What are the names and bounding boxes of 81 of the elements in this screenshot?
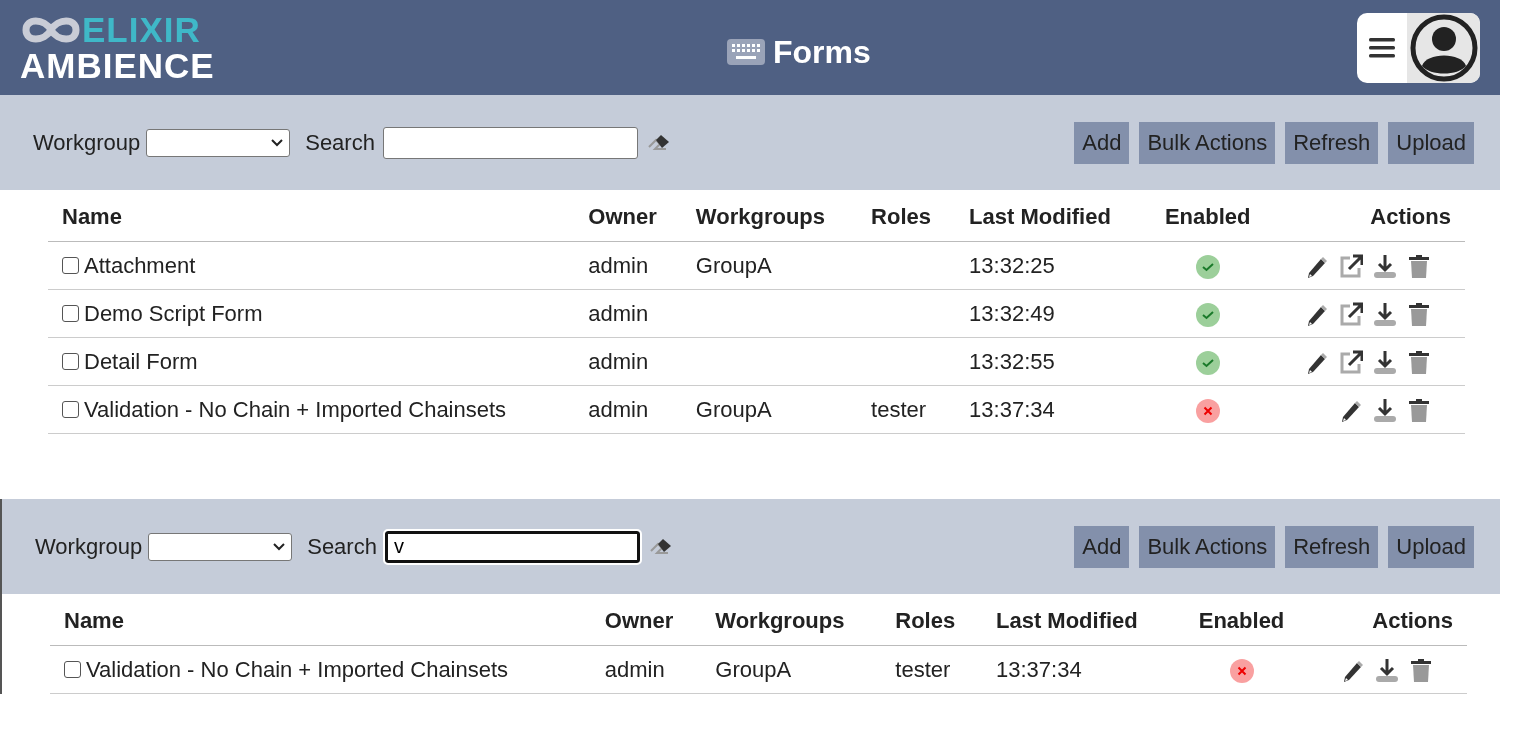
page-title: Forms <box>773 33 871 72</box>
search-field[interactable] <box>382 126 638 159</box>
workgroup-label: Workgroup <box>33 129 141 157</box>
download-icon[interactable] <box>1375 658 1399 685</box>
table-cell: 13:37:34 <box>996 657 1082 682</box>
column-header: Owner <box>590 594 702 646</box>
table-cell: admin <box>588 349 649 374</box>
toolbar-button[interactable]: Refresh <box>1285 121 1379 164</box>
table-cell: admin <box>588 397 649 422</box>
menu-icon[interactable] <box>1369 36 1395 59</box>
table-cell: 13:32:49 <box>969 301 1055 326</box>
external-link-icon[interactable] <box>1339 254 1363 281</box>
search-field[interactable]: v <box>384 530 640 563</box>
logo-text: ELIXIR <box>82 12 201 47</box>
column-header: Name <box>48 190 575 242</box>
toolbar-button[interactable]: Add <box>1074 525 1130 568</box>
external-link-icon[interactable] <box>1339 350 1363 377</box>
form-name: Validation - No Chain + Imported Chainsets <box>84 397 507 422</box>
row-checkbox[interactable] <box>62 305 79 322</box>
form-name: Validation - No Chain + Imported Chainsets <box>86 657 509 682</box>
toolbar-button[interactable]: Upload <box>1388 525 1474 568</box>
table-cell: GroupA <box>695 253 772 278</box>
trash-icon[interactable] <box>1407 302 1431 329</box>
column-header: Roles <box>881 594 982 646</box>
row-checkbox[interactable] <box>62 401 79 418</box>
row-checkbox[interactable] <box>64 661 81 678</box>
trash-icon[interactable] <box>1407 254 1431 281</box>
toolbar-button[interactable]: Bulk Actions <box>1139 525 1276 568</box>
table-cell: 13:32:25 <box>969 253 1055 278</box>
column-header: Actions <box>1306 594 1467 646</box>
form-name: Demo Script Form <box>84 301 263 326</box>
table-cell: tester <box>871 397 927 422</box>
column-header: Workgroups <box>681 190 858 242</box>
chevron-icon <box>273 542 286 551</box>
workgroup-select[interactable] <box>148 532 293 561</box>
form-name: Detail Form <box>84 349 198 374</box>
table-cell: admin <box>588 253 649 278</box>
chevron-icon <box>271 138 284 147</box>
toolbar-button[interactable]: Upload <box>1388 121 1474 164</box>
table-cell: GroupA <box>695 397 772 422</box>
form-name: Attachment <box>84 253 196 278</box>
avatar-icon[interactable] <box>1409 13 1478 82</box>
toolbar-button[interactable]: Bulk Actions <box>1139 121 1276 164</box>
column-header: Name <box>50 594 591 646</box>
toolbar-button[interactable]: Add <box>1074 121 1130 164</box>
logo-text: AMBIENCE <box>20 47 215 84</box>
trash-icon[interactable] <box>1409 658 1433 685</box>
workgroup-label: Workgroup <box>35 533 143 561</box>
external-link-icon[interactable] <box>1339 302 1363 329</box>
download-icon[interactable] <box>1373 398 1397 425</box>
column-header: Last Modified <box>955 190 1145 242</box>
download-icon[interactable] <box>1373 350 1397 377</box>
column-header: Actions <box>1270 190 1465 242</box>
pencil-icon[interactable] <box>1305 302 1329 329</box>
pencil-icon[interactable] <box>1339 398 1363 425</box>
trash-icon[interactable] <box>1407 398 1431 425</box>
download-icon[interactable] <box>1373 302 1397 329</box>
column-header: Enabled <box>1176 594 1307 646</box>
table-cell: tester <box>895 657 951 682</box>
column-header: Owner <box>574 190 682 242</box>
keyboard-icon <box>727 39 765 65</box>
column-header: Last Modified <box>982 594 1177 646</box>
search-label: Search <box>305 129 375 157</box>
trash-icon[interactable] <box>1407 350 1431 377</box>
pencil-icon[interactable] <box>1305 254 1329 281</box>
search-label: Search <box>307 533 377 561</box>
table-cell: 13:37:34 <box>969 397 1055 422</box>
pencil-icon[interactable] <box>1305 350 1329 377</box>
column-header: Workgroups <box>701 594 882 646</box>
table-cell: 13:32:55 <box>969 349 1055 374</box>
workgroup-select[interactable] <box>146 128 291 157</box>
row-checkbox[interactable] <box>62 257 79 274</box>
table-cell: admin <box>588 301 649 326</box>
pencil-icon[interactable] <box>1341 658 1365 685</box>
toolbar-button[interactable]: Refresh <box>1285 525 1379 568</box>
column-header: Enabled <box>1144 190 1271 242</box>
table-cell: admin <box>604 657 665 682</box>
table-cell: GroupA <box>715 657 792 682</box>
download-icon[interactable] <box>1373 254 1397 281</box>
row-checkbox[interactable] <box>62 353 79 370</box>
column-header: Roles <box>857 190 956 242</box>
